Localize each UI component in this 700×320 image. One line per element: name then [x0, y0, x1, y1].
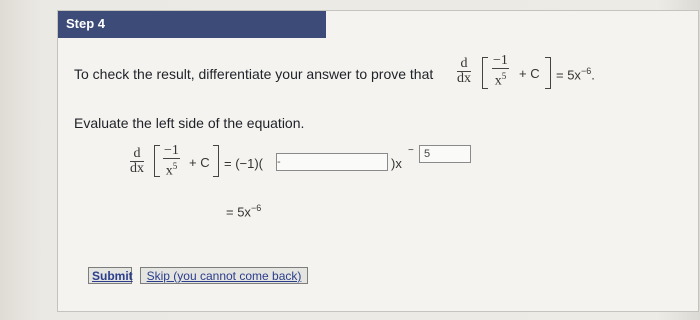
eval-left-bracket [154, 145, 160, 177]
derivative-dx: dx [457, 71, 471, 86]
eval-plus-constant: + C [189, 155, 210, 170]
eval-derivative-d: d [130, 147, 144, 162]
plus-constant: + C [519, 66, 540, 81]
answer-input[interactable] [276, 153, 388, 171]
exponent-prefix: − [408, 145, 414, 156]
eval-derivative-dx: dx [130, 161, 144, 176]
eval-fraction: −1 x5 [163, 144, 180, 179]
exponent-input[interactable] [419, 145, 471, 163]
step-card: Step 4 To check the result, differentiat… [57, 10, 699, 312]
eval-close-part: )x [391, 156, 402, 171]
fraction: −1 x5 [492, 54, 509, 89]
eval-equals-part: = (−1)( [224, 156, 264, 171]
result-text: = 5x−6 [226, 203, 262, 220]
rhs-text: = 5x−6. [556, 66, 595, 83]
eval-derivative-operator: d dx [130, 147, 144, 176]
step-header: Step 4 [58, 11, 326, 38]
skip-button[interactable]: Skip (you cannot come back) [140, 267, 308, 284]
instruction-text: To check the result, differentiate your … [74, 66, 434, 82]
eval-fraction-denominator: x5 [165, 161, 178, 179]
page: Step 4 To check the result, differentiat… [0, 0, 700, 320]
eval-fraction-numerator: −1 [163, 143, 180, 159]
derivative-d: d [457, 57, 471, 72]
derivative-operator: d dx [457, 57, 471, 86]
fraction-numerator: −1 [492, 53, 509, 69]
evaluate-text: Evaluate the left side of the equation. [74, 115, 305, 131]
eval-right-bracket [213, 145, 219, 177]
left-bracket [482, 57, 488, 89]
right-bracket [545, 57, 551, 89]
step-title: Step 4 [66, 16, 106, 31]
submit-button[interactable]: Submit [88, 267, 133, 284]
fraction-denominator: x5 [494, 71, 507, 89]
